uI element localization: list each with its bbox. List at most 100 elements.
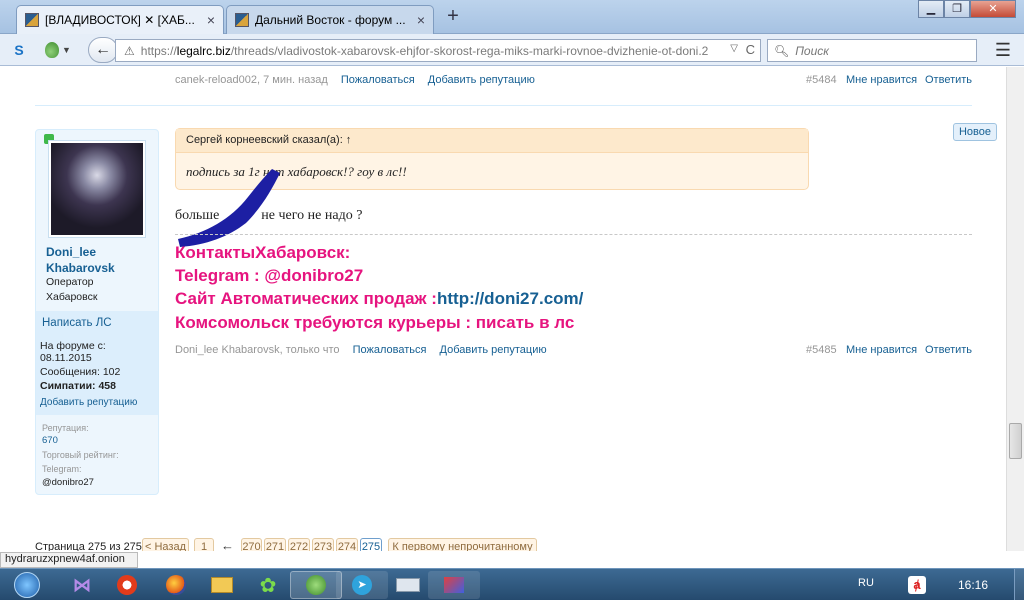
tab-label: [ВЛАДИВОСТОК] ✕ [ХАБ... [45, 13, 195, 27]
taskbar-keyboard-icon[interactable] [382, 571, 434, 599]
post-footer-time: только что [285, 344, 340, 356]
quote-header[interactable]: Сергей корнеевский сказал(а): ↑ [176, 129, 808, 153]
tor-onion-icon[interactable]: ▼ [40, 38, 76, 62]
signature-line: Сайт Автоматических продаж : [175, 289, 437, 308]
url-dropdown-icon[interactable]: ▽ [730, 43, 738, 54]
avira-tray-icon[interactable]: ⱥ [908, 576, 926, 594]
new-badge[interactable]: Новое [953, 123, 997, 141]
sympathy-label: Симпатии: [40, 380, 96, 392]
telegram-label: Telegram: [42, 464, 82, 474]
site-favicon-icon [235, 13, 249, 27]
report-link[interactable]: Пожаловаться [341, 74, 415, 86]
since-label: На форуме с: [40, 340, 106, 352]
shop-link[interactable]: http://doni27.com/ [437, 289, 583, 308]
prev-post-author[interactable]: canek-reload002 [175, 74, 257, 86]
browser-tab-bar: [ВЛАДИВОСТОК] ✕ [ХАБ... × Дальний Восток… [0, 0, 1024, 34]
url-host: legalrc.biz [176, 43, 231, 58]
post-divider [35, 105, 972, 106]
taskbar-icq-icon[interactable]: ✿ [242, 571, 294, 599]
username-link[interactable]: Doni_lee Khabarovsk [46, 244, 156, 276]
reputation-label: Репутация: [42, 423, 89, 433]
user-role: Оператор [46, 276, 94, 288]
status-url: hydraruzxpnew4af.onion [0, 552, 138, 568]
first-unread-button[interactable]: К первому непрочитанному [388, 538, 537, 551]
menu-icon[interactable]: ☰ [990, 40, 1016, 62]
page-270-button[interactable]: 270 [241, 538, 262, 551]
signature-divider [175, 234, 972, 235]
tab-label: Дальний Восток - форум ... [255, 13, 406, 27]
address-bar[interactable]: ⚠ https://legalrc.biz/threads/vladivosto… [115, 39, 761, 62]
since-value: 08.11.2015 [40, 352, 92, 364]
post-text: больше не чего не надо ? [175, 208, 363, 223]
post-footer: Doni_lee Khabarovsk, только что Пожалова… [175, 344, 547, 356]
sympathy-value: 458 [98, 380, 116, 392]
taskbar-opera-icon[interactable] [101, 571, 153, 599]
page-gap-icon[interactable]: ← [221, 538, 234, 551]
close-window-button[interactable]: ✕ [970, 0, 1016, 18]
new-tab-button[interactable]: + [440, 6, 466, 28]
trade-rating-label: Торговый рейтинг: [42, 450, 119, 460]
like-link[interactable]: Мне нравится [846, 74, 917, 86]
maximize-button[interactable]: ❐ [944, 0, 970, 18]
taskbar-tor-browser-icon[interactable] [290, 571, 342, 599]
navigation-bar: S ▼ ← ⚠ https://legalrc.biz/threads/vlad… [0, 34, 1024, 66]
tab-vladivostok[interactable]: [ВЛАДИВОСТОК] ✕ [ХАБ... × [16, 5, 224, 34]
page-271-button[interactable]: 271 [264, 538, 286, 551]
taskbar-explorer-icon[interactable] [196, 571, 248, 599]
add-reputation-link[interactable]: Добавить репутацию [428, 74, 535, 86]
post-footer-author[interactable]: Doni_lee Khabarovsk [175, 344, 280, 356]
telegram-value: @donibro27 [42, 477, 94, 488]
search-placeholder: Поиск [795, 43, 829, 58]
site-favicon-icon [25, 13, 39, 27]
taskbar-telegram-icon[interactable]: ➤ [336, 571, 388, 599]
add-reputation-link[interactable]: Добавить репутацию [440, 344, 547, 356]
prev-post-time: 7 мин. назад [263, 74, 328, 86]
back-button[interactable]: ← [88, 37, 118, 63]
report-link[interactable]: Пожаловаться [353, 344, 427, 356]
tab-close-icon[interactable]: × [417, 12, 425, 28]
page-272-button[interactable]: 272 [288, 538, 310, 551]
reply-link[interactable]: Ответить [925, 344, 972, 356]
blue-brush-stroke [178, 169, 280, 247]
messages-value: 102 [102, 366, 121, 378]
signature-line: Комсомольск требуются курьеры : писать в… [175, 313, 575, 332]
signature-line: Telegram : @donibro27 [175, 266, 364, 285]
pagination-label: Страница 275 из 275 [35, 541, 142, 551]
tab-far-east-forum[interactable]: Дальний Восток - форум ... × [226, 5, 434, 34]
avatar[interactable] [48, 140, 146, 238]
signature-line: КонтактыХабаровск: [175, 243, 351, 262]
taskbar-paint-icon[interactable] [428, 571, 480, 599]
like-link[interactable]: Мне нравится [846, 344, 917, 356]
messages-label: Сообщения: [40, 366, 100, 378]
prev-post-number[interactable]: #5484 [806, 74, 837, 86]
reputation-value[interactable]: 670 [42, 435, 58, 446]
prev-post-footer: canek-reload002, 7 мин. назад Пожаловать… [175, 74, 535, 86]
search-icon: 🔍︎ [774, 43, 790, 58]
warning-icon: ⚠ [124, 43, 135, 58]
language-indicator[interactable]: RU [858, 577, 874, 589]
clock[interactable]: 16:16 [958, 578, 988, 592]
write-pm-button[interactable]: Написать ЛС [36, 311, 158, 335]
user-city: Хабаровск [46, 291, 98, 303]
vertical-scrollbar[interactable] [1006, 67, 1024, 551]
taskbar-firefox-icon[interactable] [150, 571, 202, 599]
scrollbar-thumb[interactable] [1009, 423, 1022, 459]
add-reputation-link[interactable]: Добавить репутацию [40, 397, 137, 408]
reload-icon[interactable]: C [746, 42, 755, 57]
post-number[interactable]: #5485 [806, 344, 837, 356]
forum-page: canek-reload002, 7 мин. назад Пожаловать… [0, 67, 1006, 551]
minimize-button[interactable]: ▁ [918, 0, 944, 18]
page-274-button[interactable]: 274 [336, 538, 358, 551]
url-protocol: https:// [140, 43, 177, 58]
user-sidebar: Doni_lee Khabarovsk Оператор Хабаровск Н… [35, 129, 159, 495]
start-button[interactable] [2, 571, 52, 599]
tab-close-icon[interactable]: × [207, 12, 215, 28]
search-input[interactable]: 🔍︎ Поиск [767, 39, 977, 62]
reply-link[interactable]: Ответить [925, 74, 972, 86]
show-desktop-button[interactable] [1014, 569, 1024, 600]
page-273-button[interactable]: 273 [312, 538, 334, 551]
page-275-button[interactable]: 275 [360, 538, 382, 551]
skype-icon[interactable]: S [8, 38, 30, 62]
prev-page-button[interactable]: < Назад [142, 538, 189, 551]
page-1-button[interactable]: 1 [194, 538, 214, 551]
